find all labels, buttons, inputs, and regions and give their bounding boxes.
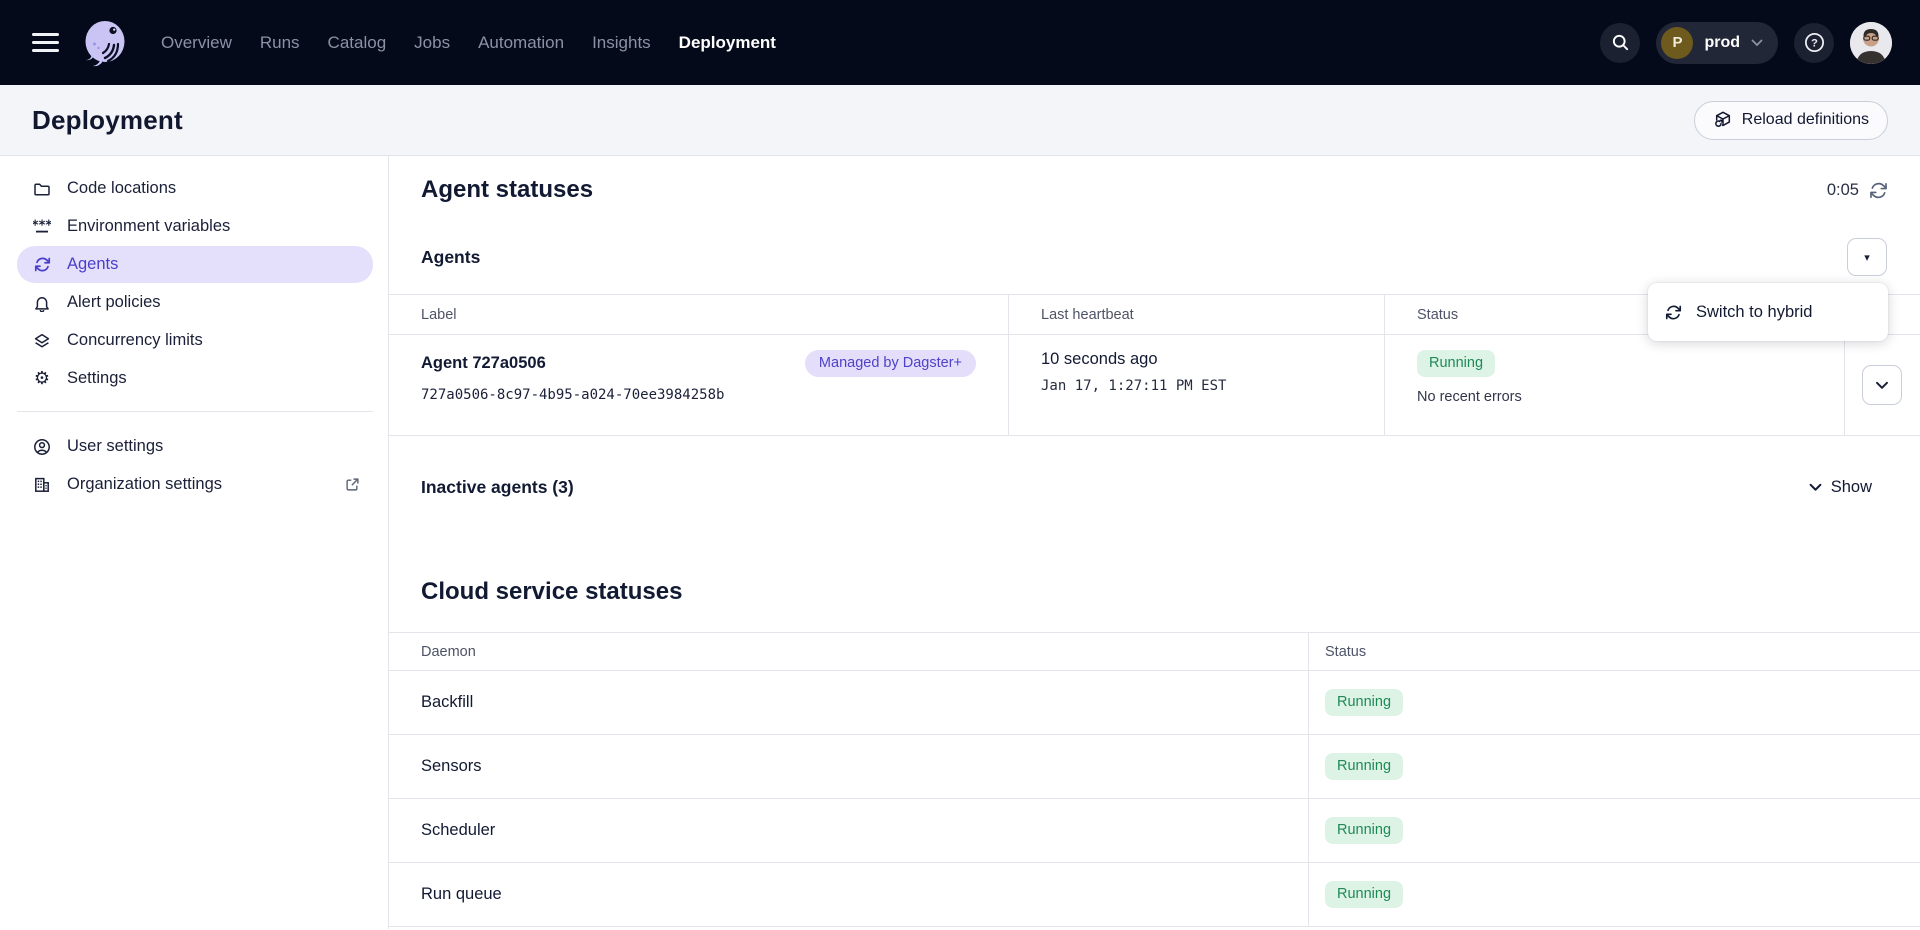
nav-right-cluster: P prod ? (1600, 22, 1892, 64)
sidebar-item-label: Organization settings (67, 475, 222, 494)
status-badge: Running (1325, 753, 1403, 780)
managed-by-dagster-badge: Managed by Dagster+ (805, 350, 976, 377)
agent-sync-icon (33, 256, 51, 274)
external-link-icon (344, 476, 361, 493)
agent-sync-icon (1665, 304, 1682, 321)
cloud-service-statuses-title: Cloud service statuses (421, 578, 1920, 606)
table-row: Scheduler Running (389, 799, 1920, 863)
sidebar-item-user-settings[interactable]: User settings (17, 428, 373, 465)
column-header-status: Status (1309, 633, 1920, 670)
folder-icon (33, 180, 51, 198)
sidebar-item-label: Agents (67, 255, 118, 274)
column-header-last-heartbeat: Last heartbeat (1009, 295, 1385, 334)
status-badge: Running (1325, 881, 1403, 908)
sidebar-item-code-locations[interactable]: Code locations (17, 170, 373, 207)
agents-section-title: Agents (421, 247, 480, 268)
column-header-label: Label (389, 295, 1009, 334)
user-circle-icon (33, 438, 51, 456)
primary-nav: Overview Runs Catalog Jobs Automation In… (161, 33, 776, 53)
show-label: Show (1831, 478, 1872, 497)
heartbeat-timestamp: Jan 17, 1:27:11 PM EST (1041, 378, 1384, 394)
agent-row-expand-button[interactable] (1862, 365, 1902, 405)
nav-item-deployment[interactable]: Deployment (679, 33, 776, 53)
help-button[interactable]: ? (1794, 23, 1834, 63)
gear-icon: ⚙ (33, 370, 51, 388)
search-icon (1611, 33, 1630, 52)
sidebar-item-label: User settings (67, 437, 163, 456)
agents-actions-dropdown-button[interactable]: ▾ (1847, 238, 1887, 276)
daemon-name: Run queue (389, 863, 1309, 926)
sidebar-item-label: Settings (67, 369, 127, 388)
sidebar-item-label: Alert policies (67, 293, 161, 312)
cloud-table-header: Daemon Status (389, 633, 1920, 671)
status-note: No recent errors (1417, 389, 1844, 405)
nav-item-insights[interactable]: Insights (592, 33, 651, 53)
sidebar-item-alert-policies[interactable]: Alert policies (17, 284, 373, 321)
refresh-icon[interactable] (1869, 181, 1888, 200)
chevron-down-icon (1875, 381, 1889, 390)
sidebar-item-agents[interactable]: Agents (17, 246, 373, 283)
main-content: Agent statuses 0:05 Agents ▾ (389, 156, 1920, 929)
chevron-down-icon (1751, 39, 1763, 47)
svg-text:?: ? (1811, 37, 1818, 49)
daemon-name: Sensors (389, 735, 1309, 798)
cloud-services-table: Daemon Status Backfill Running Sensors R… (389, 632, 1920, 927)
sidebar-item-label: Code locations (67, 179, 176, 198)
agent-name: Agent 727a0506 (421, 354, 546, 373)
sidebar-item-environment-variables[interactable]: *** Environment variables (17, 208, 373, 245)
nav-item-jobs[interactable]: Jobs (414, 33, 450, 53)
sidebar-divider (17, 411, 373, 412)
sidebar-item-organization-settings[interactable]: Organization settings (17, 466, 373, 503)
caret-down-icon: ▾ (1864, 251, 1870, 264)
column-header-daemon: Daemon (389, 633, 1309, 670)
reload-definitions-label: Reload definitions (1742, 111, 1869, 129)
menu-item-switch-to-hybrid[interactable]: Switch to hybrid (1648, 289, 1888, 335)
reload-definitions-button[interactable]: Reload definitions (1694, 101, 1888, 140)
status-badge: Running (1417, 350, 1495, 377)
sidebar-item-concurrency-limits[interactable]: Concurrency limits (17, 322, 373, 359)
chevron-down-icon (1809, 483, 1822, 492)
countdown-value: 0:05 (1827, 181, 1859, 200)
heartbeat-relative: 10 seconds ago (1041, 350, 1384, 369)
nav-item-catalog[interactable]: Catalog (328, 33, 387, 53)
daemon-name: Backfill (389, 671, 1309, 734)
reload-package-icon (1713, 110, 1733, 130)
sidebar-item-label: Environment variables (67, 217, 230, 236)
agent-uuid: 727a0506-8c97-4b95-a024-70ee3984258b (421, 387, 1008, 403)
agent-row: Agent 727a0506 Managed by Dagster+ 727a0… (389, 335, 1920, 436)
status-badge: Running (1325, 817, 1403, 844)
page-header: Deployment Reload definitions (0, 85, 1920, 156)
agents-actions-menu: Switch to hybrid (1648, 283, 1888, 341)
daemon-name: Scheduler (389, 799, 1309, 862)
table-row: Backfill Running (389, 671, 1920, 735)
table-row: Run queue Running (389, 863, 1920, 927)
page-title: Deployment (32, 105, 183, 136)
deployment-name: prod (1704, 34, 1740, 52)
top-nav: Overview Runs Catalog Jobs Automation In… (0, 0, 1920, 85)
help-icon: ? (1804, 32, 1825, 53)
agent-statuses-title: Agent statuses (421, 176, 593, 204)
deployment-sidebar: Code locations *** Environment variables (0, 156, 389, 929)
deployment-switcher[interactable]: P prod (1656, 22, 1778, 64)
hamburger-menu-icon[interactable] (32, 33, 59, 53)
refresh-countdown: 0:05 (1827, 181, 1888, 200)
status-badge: Running (1325, 689, 1403, 716)
layers-icon (33, 332, 51, 350)
asterisks-icon: *** (33, 218, 51, 236)
table-row: Sensors Running (389, 735, 1920, 799)
nav-item-overview[interactable]: Overview (161, 33, 232, 53)
user-avatar[interactable] (1850, 22, 1892, 64)
inactive-agents-title: Inactive agents (3) (421, 477, 574, 498)
nav-item-automation[interactable]: Automation (478, 33, 564, 53)
deployment-initial-badge: P (1661, 27, 1693, 59)
dagster-logo-icon[interactable] (79, 17, 131, 69)
nav-item-runs[interactable]: Runs (260, 33, 300, 53)
inactive-agents-show-toggle[interactable]: Show (1809, 478, 1872, 497)
building-icon (33, 476, 51, 494)
search-button[interactable] (1600, 23, 1640, 63)
sidebar-item-settings[interactable]: ⚙ Settings (17, 360, 373, 397)
sidebar-item-label: Concurrency limits (67, 331, 203, 350)
menu-item-label: Switch to hybrid (1696, 303, 1812, 322)
bell-icon (33, 294, 51, 312)
